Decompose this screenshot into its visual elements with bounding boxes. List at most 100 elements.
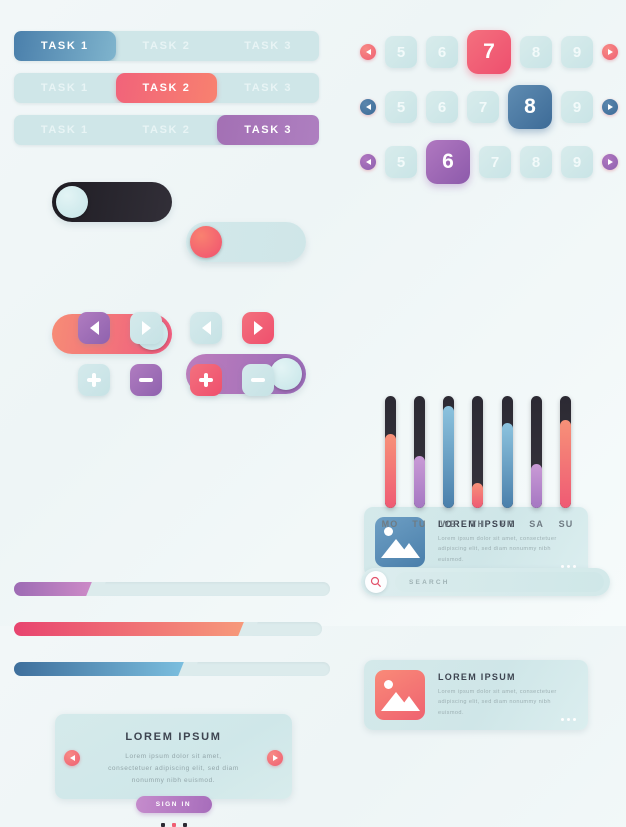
slider-fill [560, 419, 572, 508]
caret-right-icon [607, 49, 613, 55]
slider-sa[interactable] [531, 396, 543, 508]
toggle-dark-off[interactable] [52, 182, 172, 222]
day-label-su: SU [558, 519, 574, 529]
slider-column[interactable] [407, 396, 431, 508]
task-segment-active[interactable]: TASK 1 [14, 31, 116, 61]
page-number-active[interactable]: 6 [426, 140, 470, 184]
plus-icon [199, 373, 213, 387]
image-placeholder-icon [375, 670, 425, 720]
page-number-active[interactable]: 8 [508, 85, 552, 129]
caret-right-icon [141, 321, 151, 335]
progress-fill [14, 622, 249, 636]
page-number[interactable]: 8 [520, 146, 552, 178]
page-number[interactable]: 5 [385, 91, 417, 123]
search-bar[interactable]: SEARCH [361, 568, 610, 596]
prev-button-purple[interactable] [78, 312, 110, 344]
slider-column[interactable] [554, 396, 578, 508]
task-segment[interactable]: TASK 1 [14, 115, 116, 145]
day-label-fr: FR [500, 519, 515, 529]
slider-we[interactable] [443, 396, 455, 508]
slider-column[interactable] [437, 396, 461, 508]
task-bar-purple[interactable]: TASK 1 TASK 2 TASK 3 [14, 115, 319, 145]
day-label-sa: SA [529, 519, 544, 529]
progress-fill [14, 582, 97, 596]
page-number[interactable]: 5 [385, 36, 417, 68]
task-segment[interactable]: TASK 2 [116, 115, 218, 145]
next-button-red[interactable] [242, 312, 274, 344]
increment-button-red[interactable] [190, 364, 222, 396]
pagination-prev-button[interactable] [360, 154, 376, 170]
carousel-dot[interactable] [160, 823, 165, 827]
slider-su[interactable] [560, 396, 572, 508]
slider-column[interactable] [378, 396, 402, 508]
slider-th[interactable] [472, 396, 484, 508]
slider-column[interactable] [466, 396, 490, 508]
pagination-prev-button[interactable] [360, 99, 376, 115]
task-segment[interactable]: TASK 1 [14, 73, 116, 103]
progress-blue[interactable] [14, 662, 330, 676]
task-segment[interactable]: TASK 3 [217, 73, 319, 103]
page-number[interactable]: 6 [426, 36, 458, 68]
pagination-prev-button[interactable] [360, 44, 376, 60]
slider-fill [384, 434, 396, 508]
pagination-next-button[interactable] [602, 154, 618, 170]
carousel-dot[interactable] [182, 823, 187, 827]
page-number[interactable]: 9 [561, 36, 593, 68]
task-bar-blue[interactable]: TASK 1 TASK 2 TASK 3 [14, 31, 319, 61]
prev-button-light[interactable] [190, 312, 222, 344]
pagination-purple[interactable]: 5 6 7 8 9 [360, 140, 618, 184]
decrement-button-purple[interactable] [130, 364, 162, 396]
increment-button-light[interactable] [78, 364, 110, 396]
toggle-knob[interactable] [190, 226, 222, 258]
caret-left-icon [365, 104, 371, 110]
slider-mo[interactable] [384, 396, 396, 508]
pagination-next-button[interactable] [602, 44, 618, 60]
more-dots-icon[interactable] [561, 718, 576, 721]
sign-in-button[interactable]: SIGN IN [135, 796, 212, 814]
caret-right-icon [272, 755, 278, 761]
caret-left-icon [89, 321, 99, 335]
pagination-next-button[interactable] [602, 99, 618, 115]
page-number[interactable]: 9 [561, 91, 593, 123]
caret-left-icon [69, 755, 75, 761]
task-segment-active[interactable]: TASK 3 [217, 115, 319, 145]
page-number[interactable]: 9 [561, 146, 593, 178]
progress-red[interactable] [14, 622, 322, 636]
slider-fr[interactable] [501, 396, 513, 508]
task-segment-active[interactable]: TASK 2 [115, 73, 218, 103]
lorem-card-prev-button[interactable] [64, 750, 80, 766]
progress-fill [14, 662, 188, 676]
carousel-dot-active[interactable] [171, 823, 176, 827]
pagination-red[interactable]: 5 6 7 8 9 [360, 30, 618, 74]
slider-column[interactable] [495, 396, 519, 508]
toggle-knob[interactable] [56, 186, 88, 218]
caret-left-icon [365, 159, 371, 165]
plus-icon [87, 373, 101, 387]
page-number[interactable]: 6 [426, 91, 458, 123]
slider-column[interactable] [525, 396, 549, 508]
toggle-knob[interactable] [270, 358, 302, 390]
page-number-active[interactable]: 7 [467, 30, 511, 74]
slider-tu[interactable] [413, 396, 425, 508]
page-number[interactable]: 7 [467, 91, 499, 123]
week-slider-chart: MO TU WE TH FR SA SU [378, 396, 578, 529]
search-icon[interactable] [365, 571, 387, 593]
carousel-dots[interactable] [55, 823, 292, 827]
search-input[interactable]: SEARCH [395, 572, 604, 592]
page-number[interactable]: 7 [479, 146, 511, 178]
media-card-red[interactable]: LOREM IPSUM Lorem ipsum dolor sit amet, … [364, 660, 588, 730]
pagination-blue[interactable]: 5 6 7 8 9 [360, 85, 618, 129]
task-segment[interactable]: TASK 2 [116, 31, 218, 61]
day-label-we: WE [440, 519, 457, 529]
media-card-body: Lorem ipsum dolor sit amet, consectetuer… [438, 688, 557, 716]
caret-left-icon [201, 321, 211, 335]
page-number[interactable]: 5 [385, 146, 417, 178]
task-segment[interactable]: TASK 3 [217, 31, 319, 61]
page-number[interactable]: 8 [520, 36, 552, 68]
lorem-card-next-button[interactable] [267, 750, 283, 766]
progress-purple[interactable] [14, 582, 330, 596]
next-button-light[interactable] [130, 312, 162, 344]
task-bar-red[interactable]: TASK 1 TASK 2 TASK 3 [14, 73, 319, 103]
decrement-button-light[interactable] [242, 364, 274, 396]
toggle-light-off[interactable] [186, 222, 306, 262]
